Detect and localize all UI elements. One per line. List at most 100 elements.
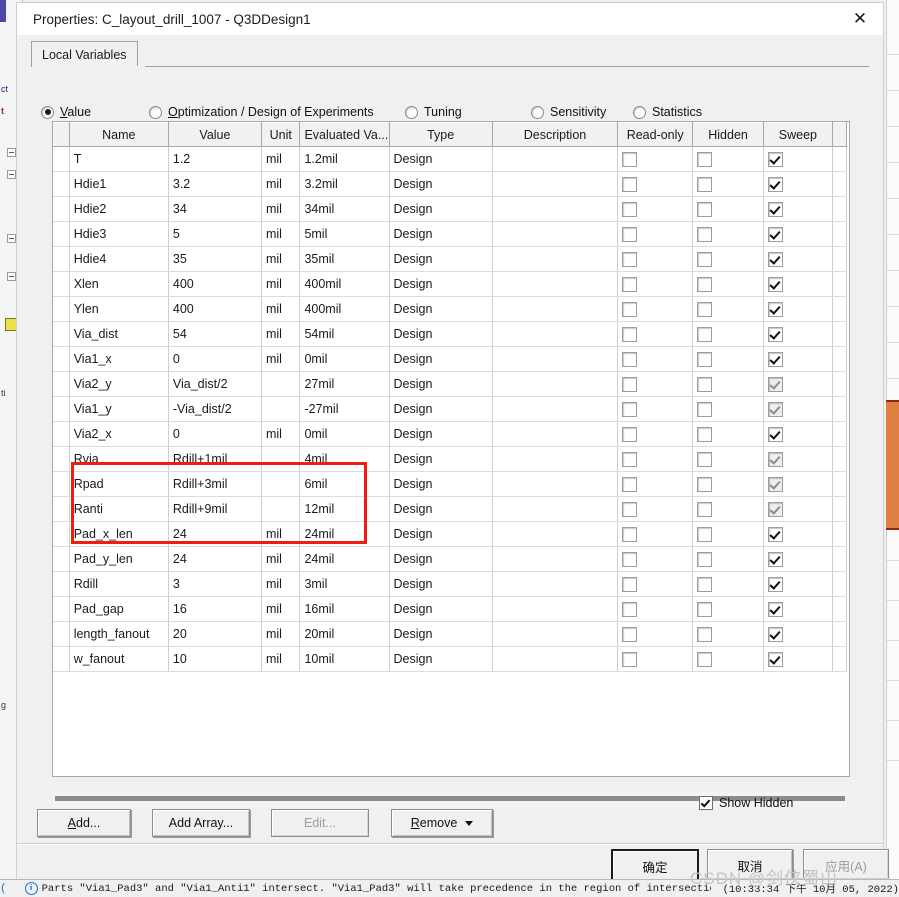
cell-hidden[interactable] <box>692 246 764 272</box>
cell-name[interactable]: w_fanout <box>69 646 169 672</box>
cell-type[interactable]: Design <box>389 471 493 497</box>
column-header-unit[interactable]: Unit <box>261 122 301 147</box>
table-row[interactable]: Hdie2 34 mil 34mil Design <box>53 196 848 222</box>
sweep-checkbox[interactable] <box>767 251 783 267</box>
sweep-checkbox[interactable] <box>767 226 783 242</box>
cell-value[interactable]: 24 <box>168 521 262 547</box>
readonly-checkbox[interactable] <box>622 551 638 567</box>
cell-description[interactable] <box>492 596 619 622</box>
cell-value[interactable]: 10 <box>168 646 262 672</box>
sweep-checkbox[interactable] <box>767 576 783 592</box>
cell-description[interactable] <box>492 496 619 522</box>
hidden-checkbox[interactable] <box>697 476 713 492</box>
cell-hidden[interactable] <box>692 596 764 622</box>
cell-readonly[interactable] <box>617 296 694 322</box>
cell-name[interactable]: length_fanout <box>69 621 169 647</box>
cell-unit[interactable]: mil <box>261 196 301 222</box>
tab-local-variables[interactable]: Local Variables <box>31 41 138 67</box>
row-selector[interactable] <box>53 496 70 522</box>
cell-description[interactable] <box>492 421 619 447</box>
cell-value[interactable]: 1.2 <box>168 146 262 172</box>
table-row[interactable]: Pad_x_len 24 mil 24mil Design <box>53 521 848 547</box>
row-selector[interactable] <box>53 446 70 472</box>
sweep-checkbox[interactable] <box>767 301 783 317</box>
row-selector[interactable] <box>53 396 70 422</box>
cell-readonly[interactable] <box>617 346 694 372</box>
table-row[interactable]: Ylen 400 mil 400mil Design <box>53 296 848 322</box>
table-row[interactable]: Rpad Rdill+3mil 6mil Design <box>53 471 848 497</box>
readonly-checkbox[interactable] <box>622 201 638 217</box>
cell-unit[interactable]: mil <box>261 246 301 272</box>
cell-description[interactable] <box>492 196 619 222</box>
cell-description[interactable] <box>492 446 619 472</box>
cell-name[interactable]: Pad_x_len <box>69 521 169 547</box>
cell-name[interactable]: Via_dist <box>69 321 169 347</box>
cancel-button[interactable]: 取消 <box>707 849 793 881</box>
cell-readonly[interactable] <box>617 646 694 672</box>
table-row[interactable]: Pad_gap 16 mil 16mil Design <box>53 596 848 622</box>
cell-readonly[interactable] <box>617 521 694 547</box>
cell-unit[interactable]: mil <box>261 321 301 347</box>
cell-hidden[interactable] <box>692 371 764 397</box>
cell-value[interactable]: 3.2 <box>168 171 262 197</box>
table-row[interactable]: Rdill 3 mil 3mil Design <box>53 571 848 597</box>
hidden-checkbox[interactable] <box>697 376 713 392</box>
readonly-checkbox[interactable] <box>622 476 638 492</box>
cell-value[interactable]: 0 <box>168 346 262 372</box>
sweep-checkbox[interactable] <box>767 326 783 342</box>
cell-description[interactable] <box>492 621 619 647</box>
row-selector[interactable] <box>53 596 70 622</box>
column-header-name[interactable]: Name <box>69 122 169 147</box>
cell-name[interactable]: Pad_y_len <box>69 546 169 572</box>
sweep-checkbox[interactable] <box>767 451 783 467</box>
table-row[interactable]: T 1.2 mil 1.2mil Design <box>53 146 848 172</box>
hidden-checkbox[interactable] <box>697 201 713 217</box>
cell-sweep[interactable] <box>763 571 833 597</box>
cell-description[interactable] <box>492 646 619 672</box>
table-row[interactable]: length_fanout 20 mil 20mil Design <box>53 621 848 647</box>
cell-hidden[interactable] <box>692 171 764 197</box>
radio-sensitivity[interactable]: Sensitivity <box>531 105 606 119</box>
sweep-checkbox[interactable] <box>767 426 783 442</box>
row-selector[interactable] <box>53 371 70 397</box>
radio-value[interactable]: Value <box>41 105 91 119</box>
cell-hidden[interactable] <box>692 496 764 522</box>
row-selector[interactable] <box>53 146 70 172</box>
cell-type[interactable]: Design <box>389 371 493 397</box>
readonly-checkbox[interactable] <box>622 601 638 617</box>
column-header-evaluated[interactable]: Evaluated Va... <box>299 122 390 147</box>
readonly-checkbox[interactable] <box>622 626 638 642</box>
sweep-checkbox[interactable] <box>767 351 783 367</box>
sweep-checkbox[interactable] <box>767 476 783 492</box>
hidden-checkbox[interactable] <box>697 551 713 567</box>
cell-name[interactable]: Hdie1 <box>69 171 169 197</box>
cell-hidden[interactable] <box>692 521 764 547</box>
cell-type[interactable]: Design <box>389 596 493 622</box>
cell-readonly[interactable] <box>617 396 694 422</box>
cell-sweep[interactable] <box>763 321 833 347</box>
row-selector[interactable] <box>53 471 70 497</box>
cell-sweep[interactable] <box>763 146 833 172</box>
cell-sweep[interactable] <box>763 596 833 622</box>
cell-name[interactable]: Via1_y <box>69 396 169 422</box>
cell-unit[interactable] <box>261 396 301 422</box>
cell-description[interactable] <box>492 146 619 172</box>
cell-hidden[interactable] <box>692 221 764 247</box>
readonly-checkbox[interactable] <box>622 226 638 242</box>
cell-readonly[interactable] <box>617 196 694 222</box>
cell-value[interactable]: 34 <box>168 196 262 222</box>
cell-unit[interactable]: mil <box>261 596 301 622</box>
cell-hidden[interactable] <box>692 646 764 672</box>
cell-value[interactable]: -Via_dist/2 <box>168 396 262 422</box>
cell-type[interactable]: Design <box>389 171 493 197</box>
hidden-checkbox[interactable] <box>697 601 713 617</box>
hidden-checkbox[interactable] <box>697 151 713 167</box>
readonly-checkbox[interactable] <box>622 301 638 317</box>
cell-readonly[interactable] <box>617 446 694 472</box>
cell-type[interactable]: Design <box>389 346 493 372</box>
cell-value[interactable]: 5 <box>168 221 262 247</box>
cell-unit[interactable]: mil <box>261 421 301 447</box>
cell-name[interactable]: Hdie4 <box>69 246 169 272</box>
readonly-checkbox[interactable] <box>622 276 638 292</box>
cell-description[interactable] <box>492 221 619 247</box>
